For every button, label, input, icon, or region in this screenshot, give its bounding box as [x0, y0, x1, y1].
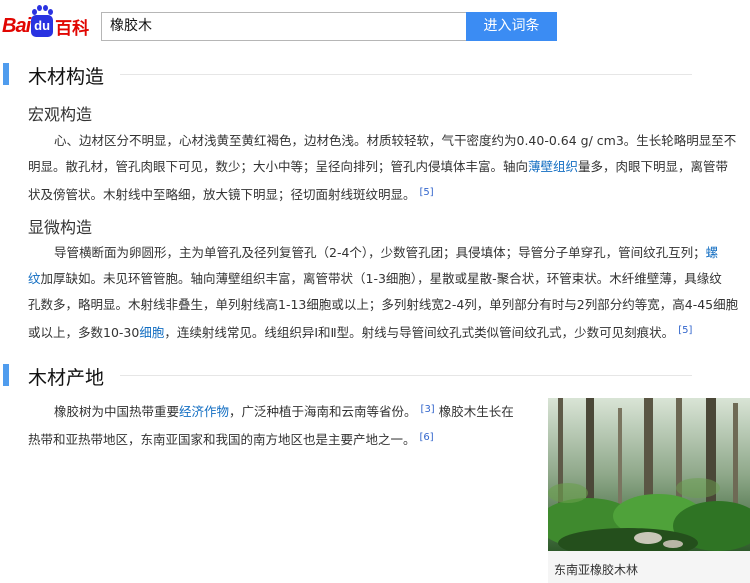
search-input[interactable]: 橡胶木	[101, 12, 466, 41]
section-divider	[120, 375, 692, 376]
micro-line-2: 加厚缺如。未见环管管胞。轴向薄壁组织丰富，离管带状（1-3细胞），星散或星散-聚…	[40, 271, 722, 286]
reference-link[interactable]: [3]	[421, 404, 435, 415]
link-spiral-cont[interactable]: 纹	[28, 271, 41, 286]
micro-structure-paragraph: 导管横断面为卵圆形，主为单管孔及径列复管孔（2-4个），少数管孔团；具侵填体；导…	[28, 240, 748, 346]
macro-structure-paragraph: 心、边材区分不明显，心材浅黄至黄红褐色，边材色浅。材质较轻软，气干密度约为0.4…	[28, 128, 748, 208]
macro-line-2: 明显。散孔材，管孔肉眼下可见，数少；大小中等；呈径向排列；管孔内侵填体丰富。轴向	[28, 159, 529, 174]
origin-line-1a: 橡胶树为中国热带重要	[54, 404, 180, 419]
logo-bai: Bai	[2, 14, 31, 37]
reference-link[interactable]: [5]	[678, 325, 692, 336]
origin-paragraph: 橡胶树为中国热带重要经济作物，广泛种植于海南和云南等省份。 [3] 橡胶木生长在 …	[28, 397, 538, 453]
section-title-structure: 木材构造	[28, 66, 105, 88]
origin-line-1c: 橡胶木生长在	[438, 404, 514, 419]
forest-illustration	[548, 398, 750, 551]
micro-line-3: 孔数多，略明显。木射线非叠生，单列射线高1-13细胞或以上；多列射线宽2-4列，…	[28, 297, 739, 312]
image-caption: 东南亚橡胶木林	[554, 563, 639, 577]
micro-line-1: 导管横断面为卵圆形，主为单管孔及径列复管孔（2-4个），少数管孔团；具侵填体；导…	[54, 245, 706, 260]
link-cash-crop[interactable]: 经济作物	[179, 404, 229, 419]
enter-entry-button[interactable]: 进入词条	[466, 12, 557, 41]
baidu-baike-logo[interactable]: Bai du 百科	[2, 5, 90, 41]
link-spiral[interactable]: 螺	[706, 245, 719, 260]
origin-line-1b: ，广泛种植于海南和云南等省份。	[229, 404, 417, 419]
reference-link[interactable]: [6]	[420, 432, 434, 443]
image-figure[interactable]: 东南亚橡胶木林	[548, 398, 750, 583]
link-parenchyma[interactable]: 薄壁组织	[528, 159, 578, 174]
micro-line-4b: ，连续射线常见。线组织异Ⅰ和Ⅱ型。射线与导管间纹孔式类似管间纹孔式，少数可见刻痕…	[164, 325, 675, 340]
section-marker	[3, 364, 9, 386]
logo-du: du	[34, 18, 51, 33]
logo-du-paw: du	[31, 5, 54, 37]
macro-line-2b: 量多，肉眼下明显，离管带	[578, 159, 729, 174]
reference-link[interactable]: [5]	[420, 187, 434, 198]
section-divider	[120, 74, 692, 75]
macro-line-3: 状及傍管状。木射线中至略细，放大镜下明显；径切面射线斑纹明显。	[28, 187, 416, 202]
header: Bai du 百科 橡胶木 进入词条	[0, 0, 750, 52]
paw-icon	[32, 5, 54, 15]
section-title-origin: 木材产地	[28, 367, 105, 389]
logo-baike: 百科	[55, 18, 90, 38]
macro-line-1: 心、边材区分不明显，心材浅黄至黄红褐色，边材色浅。材质较轻软，气干密度约为0.4…	[54, 133, 737, 148]
origin-line-2: 热带和亚热带地区，东南亚国家和我国的南方地区也是主要产地之一。	[28, 432, 416, 447]
rubberwood-forest-image[interactable]	[548, 398, 750, 551]
link-cell[interactable]: 细胞	[139, 325, 164, 340]
subsection-title-micro: 显微构造	[28, 218, 93, 237]
micro-line-4a: 或以上，多数10-30	[28, 325, 140, 340]
section-marker	[3, 63, 9, 85]
subsection-title-macro: 宏观构造	[28, 105, 93, 124]
